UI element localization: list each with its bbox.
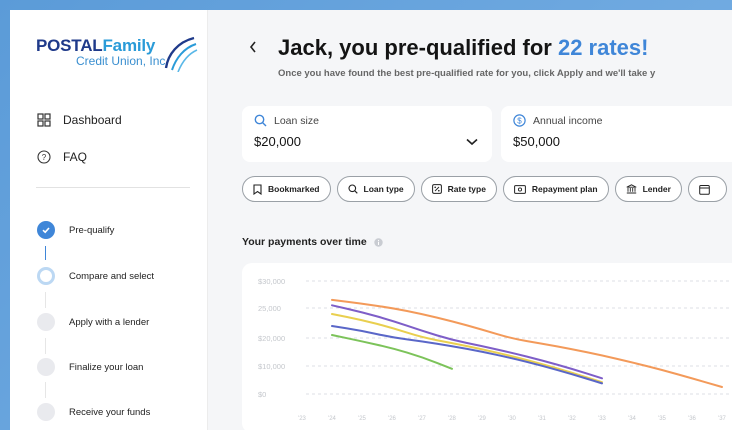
x-tick-label: '32 [568, 416, 576, 422]
loan-size-label: Loan size [274, 114, 319, 127]
sidebar: POSTALFamily Credit Union, Inc. Dashboar… [10, 10, 208, 430]
check-icon [37, 221, 55, 239]
step-receive-funds: Receive your funds [37, 403, 150, 421]
x-tick-label: '26 [388, 416, 396, 422]
filter-rate-type[interactable]: Rate type [420, 176, 497, 202]
nav-faq[interactable]: ? FAQ [36, 149, 87, 165]
annual-income-field[interactable]: $ Annual income $50,000 [501, 106, 732, 162]
payments-chart: $30,000 25,000 $20,000 $10,000 $0 '23 '24 '25 '2… [258, 277, 732, 422]
x-tick-label: '24 [328, 416, 336, 422]
y-tick-label: $20,000 [258, 334, 285, 343]
x-tick-label: '30 [508, 416, 516, 422]
pending-step-indicator [37, 403, 55, 421]
nav-label: FAQ [63, 150, 88, 164]
y-tick-label: $0 [258, 390, 266, 399]
loan-size-select[interactable]: Loan size $20,000 [242, 106, 492, 162]
step-label: Apply with a lender [69, 316, 150, 328]
nav-dashboard[interactable]: Dashboard [36, 112, 122, 128]
chip-label: Loan type [363, 184, 404, 194]
percent-icon [431, 184, 442, 194]
step-finalize-loan: Finalize your loan [37, 358, 143, 376]
x-tick-label: '31 [538, 416, 546, 422]
y-tick-label: $30,000 [258, 277, 285, 286]
pending-step-indicator [37, 358, 55, 376]
main-content: Jack, you pre-qualified for 22 rates! On… [208, 10, 732, 430]
step-label: Receive your funds [69, 406, 151, 418]
svg-text:$: $ [517, 117, 522, 126]
payments-chart-card: $30,000 25,000 $20,000 $10,000 $0 '23 '24 '25 '2… [242, 263, 732, 430]
nav-label: Dashboard [63, 113, 122, 127]
chip-label: Repayment plan [531, 184, 598, 194]
step-connector [45, 382, 46, 398]
series-line-1[interactable] [331, 304, 603, 380]
info-icon[interactable] [373, 237, 383, 247]
help-circle-icon: ? [36, 149, 52, 165]
step-compare-and-select: Compare and select [37, 267, 154, 285]
step-label: Pre-qualify [69, 224, 115, 236]
dollar-circle-icon: $ [513, 114, 526, 127]
filter-loan-type[interactable]: Loan type [336, 176, 415, 202]
filter-repayment-plan[interactable]: Repayment plan [502, 176, 609, 202]
x-tick-label: '37 [718, 416, 726, 422]
bank-icon [626, 184, 636, 194]
x-tick-label: '29 [478, 416, 486, 422]
x-tick-label: '28 [448, 416, 456, 422]
x-tick-label: '36 [688, 416, 696, 422]
chevron-down-icon [466, 138, 478, 146]
logo: POSTALFamily Credit Union, Inc. [36, 36, 198, 74]
y-tick-label: 25,000 [258, 304, 281, 313]
svg-text:?: ? [42, 153, 47, 162]
page-subtitle: Once you have found the best pre-qualifi… [278, 68, 656, 79]
chip-label: Rate type [447, 184, 486, 194]
step-label: Finalize your loan [69, 361, 144, 373]
filter-lender[interactable]: Lender [614, 176, 682, 202]
step-connector [45, 338, 46, 354]
x-tick-label: '33 [598, 416, 606, 422]
dashboard-icon [36, 112, 52, 128]
x-tick-label: '25 [358, 416, 366, 422]
series-line-0[interactable] [331, 298, 723, 388]
loan-size-value: $20,000 [254, 134, 301, 149]
x-tick-label: '34 [628, 416, 636, 422]
y-tick-label: $10,000 [258, 362, 285, 371]
chevron-left-icon [249, 41, 256, 53]
logo-swoosh-icon [164, 36, 198, 72]
calendar-icon [699, 184, 710, 195]
chip-label: Lender [642, 184, 671, 194]
page-title: Jack, you pre-qualified for 22 rates! [278, 35, 649, 60]
x-tick-label: '27 [418, 416, 426, 422]
x-tick-label: '23 [298, 416, 306, 422]
pending-step-indicator [37, 313, 55, 331]
annual-income-value: $50,000 [513, 134, 560, 149]
current-step-indicator [37, 267, 55, 285]
step-connector [45, 292, 46, 308]
chart-section-title: Your payments over time [242, 236, 383, 248]
step-label: Compare and select [69, 270, 155, 282]
filter-bar: Bookmarked Loan type Rate type Repayment… [242, 176, 727, 202]
chip-label: Bookmarked [268, 184, 320, 194]
money-icon [514, 184, 526, 194]
sidebar-divider [36, 187, 190, 188]
step-pre-qualify: Pre-qualify [37, 221, 114, 239]
bookmark-icon [253, 183, 262, 195]
search-icon [254, 114, 267, 127]
chart-title: Your payments over time [242, 236, 367, 248]
step-apply-with-lender: Apply with a lender [37, 313, 149, 331]
series-line-3[interactable] [331, 325, 603, 385]
app-window: POSTALFamily Credit Union, Inc. Dashboar… [10, 10, 732, 430]
filter-bookmarked[interactable]: Bookmarked [242, 176, 331, 202]
step-connector [45, 246, 46, 260]
back-button[interactable] [248, 40, 258, 59]
filter-term[interactable] [687, 176, 727, 202]
x-tick-label: '35 [658, 416, 666, 422]
annual-income-label: Annual income [533, 114, 603, 127]
search-icon [347, 184, 358, 194]
